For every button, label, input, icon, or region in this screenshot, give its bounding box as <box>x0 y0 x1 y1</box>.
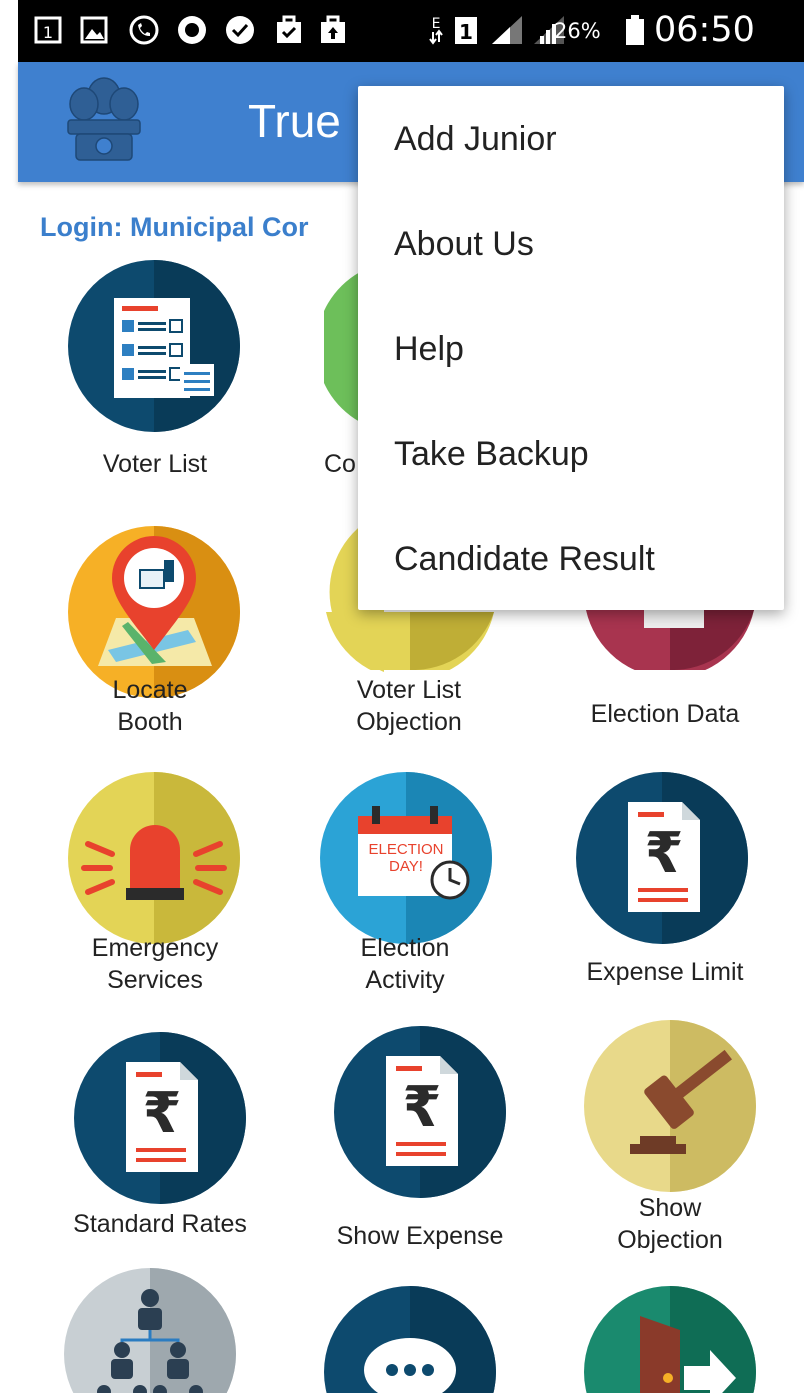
label-line: Activity <box>365 966 445 994</box>
calendar-text-1: ELECTION <box>368 841 443 858</box>
gavel-icon <box>584 1020 756 1192</box>
menu-item-add-junior[interactable]: Add Junior <box>394 120 557 159</box>
hierarchy-icon <box>64 1268 236 1393</box>
emergency-services-tile[interactable]: Emergency Services <box>40 770 270 1000</box>
tile-label: Show Objection <box>560 1192 780 1256</box>
tile-label: Election Data <box>590 700 740 728</box>
circle-icon <box>178 16 206 44</box>
call-icon <box>129 15 159 45</box>
rupee-document-icon: ₹ <box>334 1026 506 1198</box>
sim-1-icon: 1 <box>455 17 477 44</box>
label-line: Emergency <box>91 934 219 962</box>
overflow-menu: Add Junior About Us Help Take Backup Can… <box>358 86 784 610</box>
label-line: Objection <box>617 1226 723 1254</box>
expense-limit-tile[interactable]: ₹ Expense Limit <box>560 770 790 1000</box>
label-line: Booth <box>117 708 183 736</box>
login-text: Login: Municipal Cor <box>40 212 309 242</box>
tile-label: Voter List <box>102 450 208 478</box>
tile-label: Emergency Services <box>40 932 270 996</box>
emergency-siren-icon <box>68 772 240 944</box>
standard-rates-tile[interactable]: ₹ Standard Rates <box>40 1030 270 1260</box>
election-data-icon <box>586 610 754 670</box>
chat-bubble-icon <box>324 1286 496 1393</box>
bag-check-icon <box>277 15 301 43</box>
voter-list-tile[interactable]: Voter List <box>40 252 270 492</box>
tile-label: Election Activity <box>300 932 510 996</box>
svg-text:₹: ₹ <box>645 821 684 886</box>
tile-label: Expense Limit <box>586 958 744 986</box>
exit-door-icon <box>584 1286 756 1393</box>
sim1-icon: 1 <box>34 16 62 44</box>
label-line: Locate <box>112 676 188 704</box>
show-objection-tile[interactable]: Show Objection <box>560 1020 790 1260</box>
data-e-icon: E <box>429 16 443 45</box>
emblem-icon <box>67 77 141 161</box>
label-line: Objection <box>356 708 462 736</box>
label-line: Election <box>360 934 450 962</box>
svg-text:₹: ₹ <box>143 1081 182 1146</box>
app-title: True <box>248 95 341 147</box>
show-expense-tile[interactable]: ₹ Show Expense <box>300 1026 530 1260</box>
svg-text:1: 1 <box>459 20 473 44</box>
label-line: Voter List <box>356 676 462 704</box>
clock: 06:50 <box>654 10 755 50</box>
image-icon <box>80 16 108 44</box>
rupee-document-icon: ₹ <box>74 1032 246 1204</box>
locate-booth-icon <box>68 526 240 698</box>
election-calendar-icon: ELECTION DAY! <box>320 772 492 944</box>
contact-icon <box>324 272 360 422</box>
election-activity-tile[interactable]: ELECTION DAY! Election Activity <box>300 770 530 1000</box>
svg-text:₹: ₹ <box>403 1075 442 1140</box>
signal-icon <box>492 16 522 44</box>
tile-label: Locate Booth <box>40 674 260 738</box>
label-line: Show <box>638 1194 702 1222</box>
rupee-document-icon: ₹ <box>576 772 748 944</box>
status-bar: 1 E 1 26% 06:50 <box>18 0 804 62</box>
calendar-text-2: DAY! <box>389 858 423 875</box>
whatsapp-icon <box>226 16 254 44</box>
svg-text:1: 1 <box>43 23 53 42</box>
locate-booth-tile[interactable]: Locate Booth <box>40 512 270 742</box>
menu-item-take-backup[interactable]: Take Backup <box>394 435 589 474</box>
contact-tile[interactable]: Co <box>300 252 360 492</box>
label-line: Services <box>107 966 203 994</box>
tile-label: Show Expense <box>336 1222 504 1250</box>
chat-tile[interactable] <box>300 1280 530 1393</box>
tile-label: Voter List Objection <box>300 674 518 738</box>
battery-percentage: 26% <box>554 19 601 43</box>
menu-item-candidate-result[interactable]: Candidate Result <box>394 540 655 579</box>
menu-item-help[interactable]: Help <box>394 330 464 369</box>
menu-item-about-us[interactable]: About Us <box>394 225 534 264</box>
tile-label: Standard Rates <box>73 1210 247 1238</box>
logout-tile[interactable] <box>560 1280 790 1393</box>
hierarchy-tile[interactable] <box>40 1268 270 1393</box>
voter-list-icon <box>68 260 240 432</box>
voter-objection-icon-bottom <box>326 612 494 670</box>
bag-up-icon <box>321 15 345 43</box>
battery-icon <box>626 15 644 45</box>
